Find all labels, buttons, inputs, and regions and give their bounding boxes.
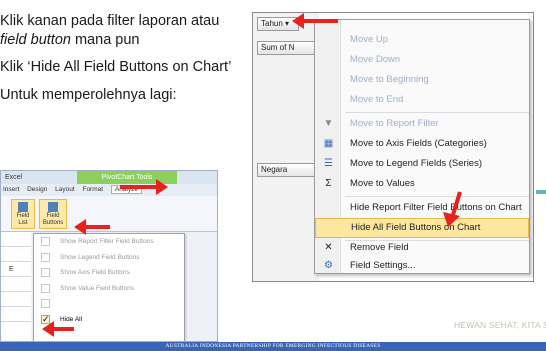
grid-row xyxy=(1,292,31,307)
menu-item-move-to-axis-fields[interactable]: ▦ Move to Axis Fields (Categories) xyxy=(315,134,529,154)
menu-item-move-to-legend-fields[interactable]: ☰ Move to Legend Fields (Series) xyxy=(315,154,529,174)
dropdown-item-blank[interactable] xyxy=(34,296,184,312)
instruction-step-2: Klik ‘Hide All Field Buttons on Chart’ xyxy=(0,59,232,75)
tab-design[interactable]: Design xyxy=(27,186,47,193)
menu-item-field-settings[interactable]: ⚙ Field Settings... xyxy=(315,256,529,276)
menu-item-move-down[interactable]: Move Down xyxy=(315,50,529,70)
instruction-step-1: Klik kanan pada filter laporan atau fiel… xyxy=(0,13,220,48)
instruction-emphasis: field button xyxy=(0,31,71,48)
grid-row: E xyxy=(1,262,31,277)
ribbon-screenshot: Excel PivotChart Tools Insert Design Lay… xyxy=(0,170,218,342)
menu-item-hide-all-field-buttons[interactable]: Hide All Field Buttons on Chart xyxy=(315,218,529,238)
axis-icon: ▦ xyxy=(323,138,334,149)
dropdown-item-value[interactable]: Show Value Field Buttons xyxy=(34,281,184,297)
menu-item-move-to-report-filter[interactable]: ▼ Move to Report Filter xyxy=(315,114,529,134)
checkbox-icon xyxy=(41,283,50,293)
worksheet-grid: E xyxy=(1,232,31,341)
menu-separator xyxy=(345,112,529,113)
menu-item-move-up[interactable]: Move Up xyxy=(315,30,529,50)
dropdown-item-axis[interactable]: Show Axis Field Buttons xyxy=(34,265,184,281)
instruction-step-3: Untuk memperolehnya lagi: xyxy=(0,86,177,103)
checkbox-icon xyxy=(41,268,50,277)
remove-icon: ✕ xyxy=(324,242,333,253)
grid-row xyxy=(1,307,31,322)
field-button-negara[interactable]: Negara xyxy=(257,163,315,177)
tab-format[interactable]: Format xyxy=(82,186,103,193)
grid-row xyxy=(1,247,31,262)
field-button-sum[interactable]: Sum of N xyxy=(257,41,315,55)
tab-insert[interactable]: Insert xyxy=(3,186,19,193)
footer-text: AUSTRALIA INDONESIA PARTNERSHIP FOR EMER… xyxy=(165,343,381,349)
dropdown-item-legend[interactable]: Show Legend Field Buttons xyxy=(34,250,184,266)
menu-item-hide-report-filter-buttons[interactable]: Hide Report Filter Field Buttons on Char… xyxy=(315,198,529,218)
menu-item-move-to-end[interactable]: Move to End xyxy=(315,90,529,110)
settings-icon: ⚙ xyxy=(324,260,333,271)
menu-item-remove-field[interactable]: ✕ Remove Field xyxy=(315,238,529,258)
arrow-icon xyxy=(292,13,338,29)
checkbox-icon xyxy=(41,252,50,262)
menu-item-move-to-beginning[interactable]: Move to Beginning xyxy=(315,70,529,90)
grid-row xyxy=(1,277,31,292)
legend-icon: ☰ xyxy=(324,158,333,169)
footer-bar: AUSTRALIA INDONESIA PARTNERSHIP FOR EMER… xyxy=(0,342,546,351)
arrow-icon xyxy=(74,219,110,235)
instruction-text: Klik kanan pada filter laporan atau fiel… xyxy=(0,12,235,104)
dropdown-arrow-icon: ▾ xyxy=(285,19,290,28)
field-list-icon xyxy=(18,202,28,212)
menu-item-move-to-values[interactable]: Σ Move to Values xyxy=(315,174,529,194)
context-menu-screenshot: Tahun ▾ Sum of N Negara Move Up Move Dow… xyxy=(252,12,534,282)
menu-separator xyxy=(345,196,529,197)
ribbon-tabs: Insert Design Layout Format Analyze xyxy=(1,184,217,196)
checkbox-icon xyxy=(41,237,50,246)
watermark-text: HEWAN SEHAT, KITA SEHAT xyxy=(454,320,546,330)
field-context-menu: Move Up Move Down Move to Beginning Move… xyxy=(314,19,530,274)
field-buttons-icon xyxy=(48,202,58,212)
field-list-button[interactable]: Field List xyxy=(11,199,35,229)
accent-bar xyxy=(536,190,546,194)
sigma-icon: Σ xyxy=(325,178,332,189)
arrow-icon xyxy=(42,321,74,337)
grid-row xyxy=(1,232,31,247)
checkbox-icon xyxy=(41,299,50,308)
tab-layout[interactable]: Layout xyxy=(55,186,75,193)
filter-icon: ▼ xyxy=(323,118,334,129)
arrow-icon xyxy=(120,179,168,195)
field-buttons-button[interactable]: Field Buttons xyxy=(39,199,67,229)
arrow-icon xyxy=(443,191,462,227)
